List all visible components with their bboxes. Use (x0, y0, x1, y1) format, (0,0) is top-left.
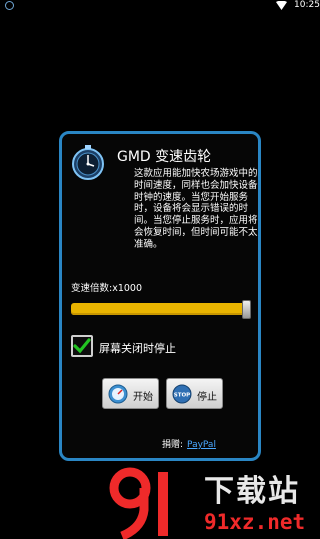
stop-sign-icon: STOP (172, 384, 192, 404)
wifi-icon (276, 1, 287, 10)
status-time: 10:25 (294, 0, 320, 10)
stop-on-screen-off-checkbox[interactable] (71, 335, 93, 357)
dialog-title: GMD 变速齿轮 (117, 149, 212, 165)
watermark-domain-text: 91xz.net (204, 510, 306, 534)
donate-row: 捐赠: PayPal (162, 437, 216, 450)
start-button[interactable]: 开始 (102, 378, 159, 409)
stopwatch-icon (72, 145, 104, 180)
slider-track[interactable] (71, 303, 245, 315)
checkbox-label: 屏幕关闭时停止 (99, 342, 176, 355)
paypal-link[interactable]: PayPal (187, 440, 216, 450)
speed-slider[interactable] (71, 300, 251, 320)
status-bar: 10:25 (0, 0, 320, 12)
stop-button[interactable]: STOP 停止 (166, 378, 223, 409)
watermark-chinese-text: 下载站 (204, 474, 300, 509)
dialog-description: 这款应用能加快农场游戏中的时间速度，同样也会加快设备时钟的速度。当您开始服务时，… (134, 168, 258, 250)
speed-multiplier-label: 变速倍数:x1000 (71, 283, 142, 294)
speedometer-icon (108, 384, 128, 404)
slider-thumb[interactable] (242, 300, 251, 319)
donate-label: 捐赠: (162, 440, 184, 450)
start-button-label: 开始 (133, 392, 153, 403)
stop-button-label: 停止 (197, 392, 217, 403)
site-logo-icon (109, 467, 168, 539)
site-watermark: 下载站 91xz.net (108, 466, 318, 539)
stop-sign-text: STOP (174, 393, 190, 399)
speed-gear-dialog: GMD 变速齿轮 这款应用能加快农场游戏中的时间速度，同样也会加快设备时钟的速度… (59, 131, 261, 461)
app-notification-icon (5, 1, 14, 10)
checkmark-icon (73, 338, 91, 354)
